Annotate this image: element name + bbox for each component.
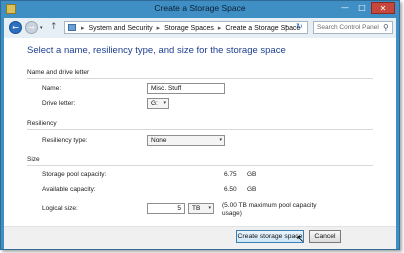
section-title-name-drive: Name and drive letter [27, 69, 90, 76]
page-heading: Select a name, resiliency type, and size… [27, 45, 286, 56]
close-button[interactable]: ✕ [371, 2, 395, 14]
breadcrumb-system-security[interactable]: System and Security [88, 25, 152, 32]
title-bar: Create a Storage Space — □ ✕ [1, 1, 399, 17]
name-label: Name: [42, 85, 62, 92]
navigation-bar: ← → ▾ ↑ ▸ System and Security ▸ Storage … [4, 18, 396, 38]
name-field[interactable]: Misc. Stuff [147, 83, 225, 94]
resiliency-type-select[interactable]: None ▾ [147, 135, 225, 146]
cancel-button[interactable]: Cancel [309, 230, 341, 243]
logical-size-label: Logical size: [42, 205, 78, 212]
drive-letter-select[interactable]: G: ▾ [147, 98, 169, 109]
breadcrumb: ▸ System and Security ▸ Storage Spaces ▸… [79, 24, 300, 32]
breadcrumb-separator: ▸ [81, 24, 85, 32]
section-divider [27, 129, 373, 130]
back-button[interactable]: ← [9, 21, 22, 34]
pool-capacity-value: 6.75 [224, 171, 237, 178]
breadcrumb-storage-spaces[interactable]: Storage Spaces [164, 25, 214, 32]
window: Create a Storage Space — □ ✕ ← → ▾ ↑ ▸ S… [0, 0, 400, 250]
section-title-resiliency: Resiliency [27, 120, 57, 127]
available-capacity-value: 6.50 [224, 186, 237, 193]
logical-size-unit-value: TB [192, 205, 201, 212]
breadcrumb-separator: ▸ [156, 24, 161, 32]
pool-capacity-unit: GB [247, 171, 257, 178]
available-capacity-label: Available capacity: [42, 186, 96, 193]
chevron-down-icon: ▾ [219, 137, 222, 143]
recent-pages-dropdown-icon[interactable]: ▾ [40, 25, 43, 31]
section-title-size: Size [27, 156, 40, 163]
pool-capacity-label: Storage pool capacity: [42, 171, 107, 178]
minimize-button[interactable]: — [337, 2, 353, 14]
resiliency-type-label: Resiliency type: [42, 137, 88, 144]
refresh-icon[interactable]: ↻ [296, 22, 303, 31]
control-panel-icon [68, 24, 76, 31]
logical-size-unit-select[interactable]: TB ▾ [188, 203, 214, 214]
section-divider [27, 165, 373, 166]
chevron-down-icon: ▾ [208, 205, 211, 211]
resiliency-type-value: None [151, 137, 167, 144]
chevron-down-icon: ▾ [163, 100, 166, 106]
search-icon[interactable]: ⚲ [383, 23, 389, 32]
drive-letter-label: Drive letter: [42, 100, 76, 107]
search-placeholder: Search Control Panel [317, 24, 379, 31]
section-divider [27, 78, 373, 79]
footer-bar: Create storage space Cancel [4, 226, 396, 249]
drive-letter-value: G: [151, 100, 158, 107]
breadcrumb-separator: ▸ [217, 24, 222, 32]
available-capacity-unit: GB [247, 186, 257, 193]
main-content: Select a name, resiliency type, and size… [4, 38, 396, 249]
breadcrumb-create-storage-space[interactable]: Create a Storage Space [225, 25, 300, 32]
address-bar[interactable]: ▸ System and Security ▸ Storage Spaces ▸… [64, 21, 308, 34]
logical-size-field[interactable]: 5 [147, 203, 185, 214]
address-history-dropdown-icon[interactable]: ▾ [285, 24, 288, 30]
search-input[interactable]: Search Control Panel ⚲ [313, 21, 393, 34]
logical-size-note: (5.00 TB maximum pool capacity usage) [222, 202, 317, 217]
mouse-cursor-icon: ↖ [296, 234, 305, 245]
create-storage-space-button[interactable]: Create storage space [236, 230, 304, 243]
maximize-button[interactable]: □ [354, 2, 370, 14]
up-level-icon[interactable]: ↑ [50, 22, 58, 32]
forward-button[interactable]: → [25, 21, 38, 34]
